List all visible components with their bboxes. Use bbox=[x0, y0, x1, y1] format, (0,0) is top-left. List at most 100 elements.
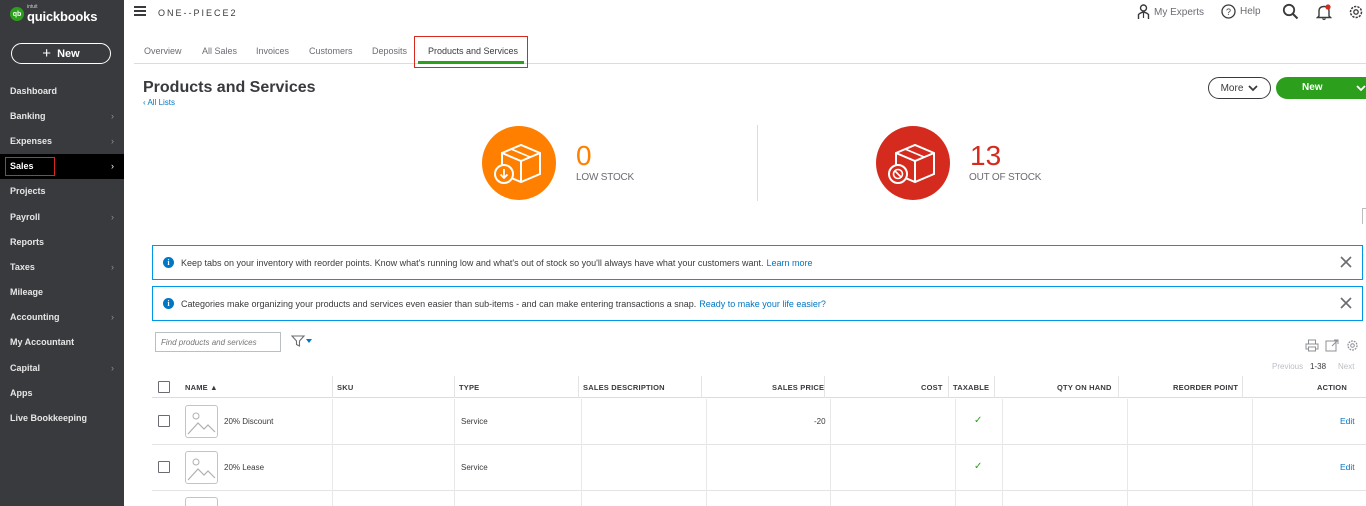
row-checkbox[interactable] bbox=[158, 415, 170, 427]
col-reorder-point[interactable]: REORDER POINT bbox=[1173, 383, 1238, 392]
sidebar-item-my-accountant[interactable]: My Accountant bbox=[0, 330, 124, 355]
help-label: Help bbox=[1240, 6, 1261, 17]
col-taxable[interactable]: TAXABLE bbox=[953, 383, 989, 392]
company-name: ONE--PIECE2 bbox=[158, 8, 238, 18]
pager-range: 1-38 bbox=[1310, 362, 1327, 371]
sidebar-item-projects[interactable]: Projects bbox=[0, 179, 124, 204]
sidebar-item-expenses[interactable]: Expenses › bbox=[0, 128, 124, 153]
highlight-box bbox=[5, 156, 55, 176]
sales-tabs: Overview All Sales Invoices Customers De… bbox=[134, 36, 1366, 68]
settings-gear-icon[interactable] bbox=[1346, 339, 1359, 352]
my-experts-label: My Experts bbox=[1154, 6, 1205, 18]
reorder-points-banner: i Keep tabs on your inventory with reord… bbox=[152, 245, 1363, 280]
row-checkbox[interactable] bbox=[158, 461, 170, 473]
tab-invoices[interactable]: Invoices bbox=[256, 46, 289, 56]
logo-brand-text: quickbooks bbox=[27, 9, 98, 24]
select-all-checkbox[interactable] bbox=[158, 381, 170, 393]
sidebar-item-sales[interactable]: Sales › bbox=[0, 153, 124, 179]
tab-deposits[interactable]: Deposits bbox=[372, 46, 407, 56]
quickbooks-logo[interactable]: qb intuit quickbooks bbox=[10, 5, 97, 23]
sidebar-item-label: My Accountant bbox=[10, 337, 75, 348]
col-sales-description[interactable]: SALES DESCRIPTION bbox=[583, 383, 665, 392]
sidebar-new-button[interactable]: + New bbox=[11, 43, 111, 64]
close-icon[interactable] bbox=[1339, 255, 1353, 269]
chevron-down-icon[interactable] bbox=[1356, 81, 1366, 95]
product-image-placeholder[interactable] bbox=[185, 405, 218, 438]
filter-icon[interactable] bbox=[291, 335, 313, 347]
col-sku[interactable]: SKU bbox=[337, 383, 353, 392]
categories-banner: i Categories make organizing your produc… bbox=[152, 286, 1363, 321]
table-header: NAME ▲ SKU TYPE SALES DESCRIPTION SALES … bbox=[152, 376, 1366, 398]
panel-edge bbox=[1362, 208, 1366, 224]
sidebar-item-apps[interactable]: Apps bbox=[0, 380, 124, 405]
out-of-stock-count[interactable]: 13 bbox=[970, 140, 1001, 172]
item-sales-price: -20 bbox=[814, 417, 826, 426]
sidebar-item-label: Taxes bbox=[10, 261, 35, 272]
low-stock-circle[interactable] bbox=[482, 126, 556, 200]
sidebar-item-label: Banking bbox=[10, 110, 46, 121]
pager-next[interactable]: Next bbox=[1338, 362, 1354, 371]
sidebar-item-label: Payroll bbox=[10, 211, 41, 222]
sidebar-item-label: Accounting bbox=[10, 312, 60, 323]
print-icon[interactable] bbox=[1305, 339, 1319, 352]
all-lists-link[interactable]: ‹ All Lists bbox=[143, 98, 175, 107]
new-item-button[interactable]: New bbox=[1276, 77, 1366, 99]
chevron-right-icon: › bbox=[111, 135, 114, 146]
new-item-label: New bbox=[1302, 82, 1323, 93]
help-button[interactable]: ? Help bbox=[1221, 4, 1261, 19]
learn-more-link[interactable]: Learn more bbox=[766, 258, 812, 268]
taxable-check-icon: ✓ bbox=[974, 461, 983, 472]
sidebar-item-capital[interactable]: Capital › bbox=[0, 355, 124, 380]
more-label: More bbox=[1220, 82, 1244, 94]
product-image-placeholder[interactable] bbox=[185, 497, 218, 506]
table-row[interactable]: 20% Discount Service -20 ✓ Edit bbox=[152, 399, 1366, 445]
sidebar-item-taxes[interactable]: Taxes › bbox=[0, 254, 124, 279]
sidebar-item-accounting[interactable]: Accounting › bbox=[0, 305, 124, 330]
sidebar-item-payroll[interactable]: Payroll › bbox=[0, 204, 124, 229]
info-icon: i bbox=[163, 298, 174, 309]
sidebar-item-label: Projects bbox=[10, 186, 46, 197]
product-image-placeholder[interactable] bbox=[185, 451, 218, 484]
col-sales-price[interactable]: SALES PRICE bbox=[772, 383, 824, 392]
sidebar-item-live-bookkeeping[interactable]: Live Bookkeeping bbox=[0, 405, 124, 430]
taxable-check-icon: ✓ bbox=[974, 415, 983, 426]
banner-text: Keep tabs on your inventory with reorder… bbox=[181, 257, 764, 268]
find-products-input[interactable] bbox=[155, 332, 281, 352]
close-icon[interactable] bbox=[1339, 296, 1353, 310]
sidebar-item-banking[interactable]: Banking › bbox=[0, 103, 124, 128]
box-down-arrow-icon bbox=[494, 143, 541, 184]
my-experts-button[interactable]: My Experts bbox=[1137, 4, 1204, 20]
more-button[interactable]: More bbox=[1208, 77, 1271, 99]
table-row[interactable] bbox=[152, 491, 1366, 506]
sidebar-item-dashboard[interactable]: Dashboard bbox=[0, 78, 124, 103]
info-icon: i bbox=[163, 257, 174, 268]
chevron-right-icon: › bbox=[111, 161, 114, 172]
col-type[interactable]: TYPE bbox=[459, 383, 479, 392]
export-icon[interactable] bbox=[1325, 339, 1339, 352]
item-name: 20% Lease bbox=[224, 463, 265, 472]
tab-customers[interactable]: Customers bbox=[309, 46, 353, 56]
pager-previous[interactable]: Previous bbox=[1272, 362, 1303, 371]
gear-icon[interactable] bbox=[1347, 3, 1365, 21]
sidebar-item-mileage[interactable]: Mileage bbox=[0, 280, 124, 305]
tab-all-sales[interactable]: All Sales bbox=[202, 46, 237, 56]
table-row[interactable]: 20% Lease Service ✓ Edit bbox=[152, 445, 1366, 491]
question-circle-icon: ? bbox=[1221, 4, 1236, 19]
out-of-stock-circle[interactable] bbox=[876, 126, 950, 200]
item-type: Service bbox=[461, 417, 488, 426]
edit-link[interactable]: Edit bbox=[1340, 416, 1355, 426]
sidebar-item-label: Capital bbox=[10, 362, 41, 373]
hamburger-menu-icon[interactable] bbox=[134, 6, 146, 18]
col-cost[interactable]: COST bbox=[921, 383, 943, 392]
sidebar-item-reports[interactable]: Reports bbox=[0, 229, 124, 254]
tab-overview[interactable]: Overview bbox=[144, 46, 182, 56]
search-icon[interactable] bbox=[1282, 3, 1299, 20]
categories-link[interactable]: Ready to make your life easier? bbox=[699, 299, 826, 309]
sidebar-item-label: Live Bookkeeping bbox=[10, 413, 88, 424]
edit-link[interactable]: Edit bbox=[1340, 462, 1355, 472]
col-name[interactable]: NAME ▲ bbox=[185, 383, 218, 392]
image-placeholder-icon bbox=[187, 412, 216, 435]
bell-icon[interactable] bbox=[1316, 3, 1332, 21]
col-qty-on-hand[interactable]: QTY ON HAND bbox=[1057, 383, 1112, 392]
low-stock-count[interactable]: 0 bbox=[576, 140, 592, 172]
